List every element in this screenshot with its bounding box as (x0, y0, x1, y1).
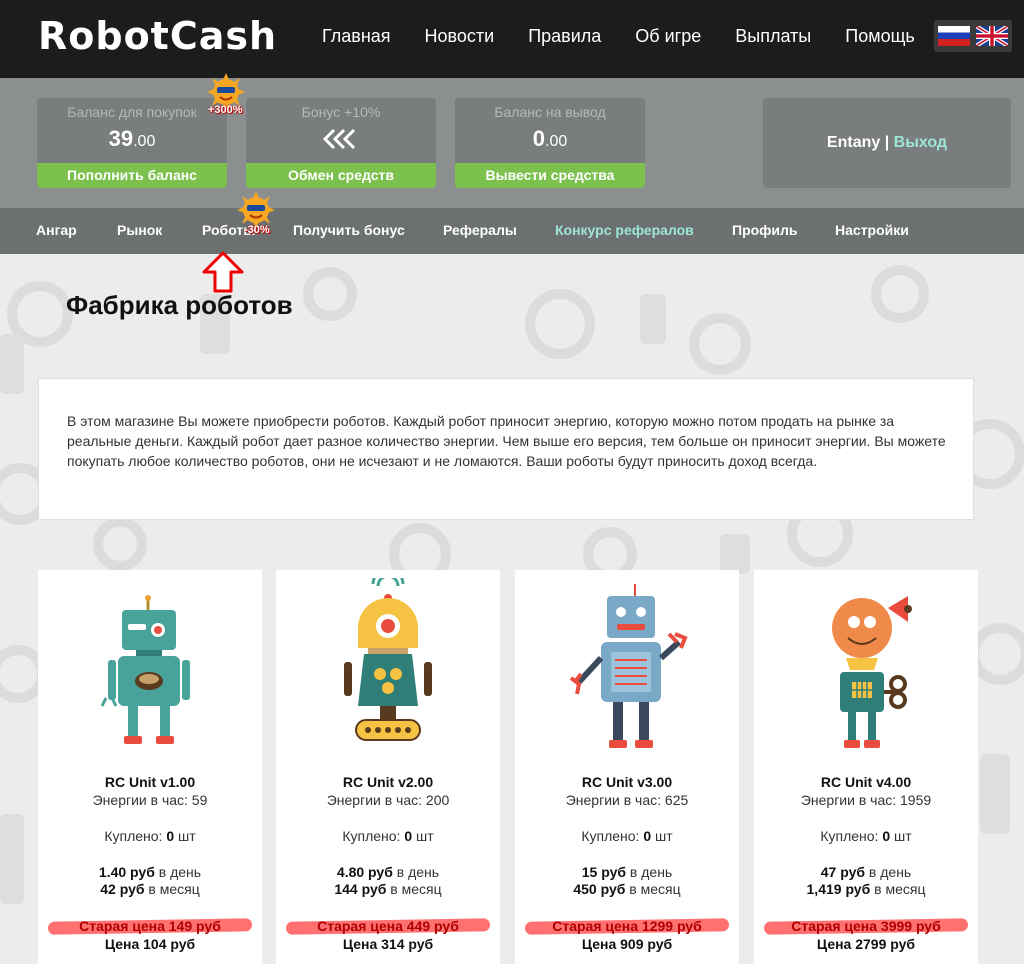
product-name: RC Unit v1.00 (104, 774, 196, 790)
product-income-day: 47 руб в день (820, 864, 912, 880)
promo-sun-badge: +300% (206, 72, 246, 116)
exchange-chevrons-icon (322, 128, 356, 150)
robot-v4-image (832, 596, 912, 748)
red-arrow-up-icon (202, 251, 244, 293)
language-switcher (934, 20, 1012, 52)
russian-flag-icon[interactable] (938, 26, 970, 46)
subnav-settings[interactable]: Настройки (835, 222, 909, 238)
subnav-referral-contest[interactable]: Конкурс рефералов (555, 222, 694, 238)
product-price: Цена 2799 руб (816, 936, 916, 952)
exchange-funds-button[interactable]: Обмен средств (246, 163, 436, 188)
subnav-hangar[interactable]: Ангар (36, 222, 77, 238)
product-card-v3: RC Unit v3.00 Энергии в час: 625 Куплено… (515, 570, 739, 964)
nav-rules[interactable]: Правила (528, 26, 601, 47)
discount-sun-badge: -30% (236, 190, 276, 236)
promo-plus-300-label: +300% (208, 104, 243, 116)
promo-minus-30-label: -30% (244, 224, 270, 236)
nav-news[interactable]: Новости (425, 26, 495, 47)
product-energy: Энергии в час: 1959 (800, 792, 932, 808)
withdraw-balance-title: Баланс на вывод (494, 104, 606, 120)
product-price: Цена 314 руб (342, 936, 434, 952)
subnav-get-bonus[interactable]: Получить бонус (293, 222, 405, 238)
product-bought: Куплено: 0 шт (820, 828, 912, 844)
sub-nav: Ангар Рынок Роботы Получить бонус Рефера… (0, 208, 1024, 254)
purchase-balance-title: Баланс для покупок (67, 104, 197, 120)
robot-v3-image (569, 584, 688, 748)
robot-v1-image (100, 595, 190, 744)
product-income-day: 4.80 руб в день (336, 864, 440, 880)
main-nav: Главная Новости Правила Об игре Выплаты … (322, 26, 949, 47)
product-price: Цена 104 руб (104, 936, 196, 952)
product-name: RC Unit v4.00 (820, 774, 912, 790)
product-old-price: Старая цена 449 руб (317, 918, 459, 934)
robot-v2-image (344, 578, 432, 741)
product-old-price: Старая цена 149 руб (79, 918, 221, 934)
product-bought: Куплено: 0 шт (342, 828, 434, 844)
product-income-month: 450 руб в месяц (573, 881, 681, 897)
top-header: RobotCash Главная Новости Правила Об игр… (0, 0, 1024, 78)
product-energy: Энергии в час: 625 (565, 792, 689, 808)
product-card-v2: RC Unit v2.00 Энергии в час: 200 Куплено… (276, 570, 500, 964)
top-up-balance-button[interactable]: Пополнить баланс (37, 163, 227, 188)
uk-flag-icon[interactable] (976, 26, 1008, 46)
product-bought: Куплено: 0 шт (581, 828, 673, 844)
nav-help[interactable]: Помощь (845, 26, 915, 47)
product-income-month: 42 руб в месяц (100, 881, 200, 897)
purchase-balance-card: Баланс для покупок 39.00 Пополнить балан… (37, 98, 227, 188)
intro-text: В этом магазине Вы можете приобрести роб… (67, 413, 946, 469)
product-income-month: 144 руб в месяц (334, 881, 442, 897)
product-old-price: Старая цена 1299 руб (552, 918, 702, 934)
product-energy: Энергии в час: 200 (326, 792, 450, 808)
page-title: Фабрика роботов (66, 290, 293, 320)
product-price: Цена 909 руб (581, 936, 673, 952)
withdraw-funds-button[interactable]: Вывести средства (455, 163, 645, 188)
nav-payouts[interactable]: Выплаты (735, 26, 811, 47)
username[interactable]: Entany (827, 134, 880, 151)
product-card-v4: RC Unit v4.00 Энергии в час: 1959 Куплен… (754, 570, 978, 964)
intro-box: В этом магазине Вы можете приобрести роб… (38, 378, 974, 520)
subnav-referrals[interactable]: Рефералы (443, 222, 517, 238)
withdraw-balance-card: Баланс на вывод 0.00 Вывести средства (455, 98, 645, 188)
logout-link[interactable]: Выход (894, 134, 947, 151)
subnav-market[interactable]: Рынок (117, 222, 162, 238)
nav-about[interactable]: Об игре (635, 26, 701, 47)
product-energy: Энергии в час: 59 (92, 792, 208, 808)
balance-bar: Баланс для покупок 39.00 Пополнить балан… (0, 78, 1024, 208)
product-card-v1: RC Unit v1.00 Энергии в час: 59 Куплено:… (38, 570, 262, 964)
product-income-day: 15 руб в день (581, 864, 673, 880)
product-name: RC Unit v3.00 (581, 774, 673, 790)
subnav-profile[interactable]: Профиль (732, 222, 798, 238)
user-box: Entany | Выход (763, 98, 1011, 188)
product-income-day: 1.40 руб в день (98, 864, 202, 880)
bonus-title: Бонус +10% (301, 104, 381, 120)
product-bought: Куплено: 0 шт (104, 828, 196, 844)
product-name: RC Unit v2.00 (342, 774, 434, 790)
user-separator: | (880, 134, 894, 151)
site-logo[interactable]: RobotCash (38, 14, 277, 58)
nav-home[interactable]: Главная (322, 26, 391, 47)
purchase-balance-value: 39.00 (108, 126, 156, 151)
withdraw-balance-value: 0.00 (532, 126, 568, 151)
product-old-price: Старая цена 3999 руб (791, 918, 941, 934)
product-income-month: 1,419 руб в месяц (806, 881, 926, 897)
bonus-card: Бонус +10% Обмен средств (246, 98, 436, 188)
